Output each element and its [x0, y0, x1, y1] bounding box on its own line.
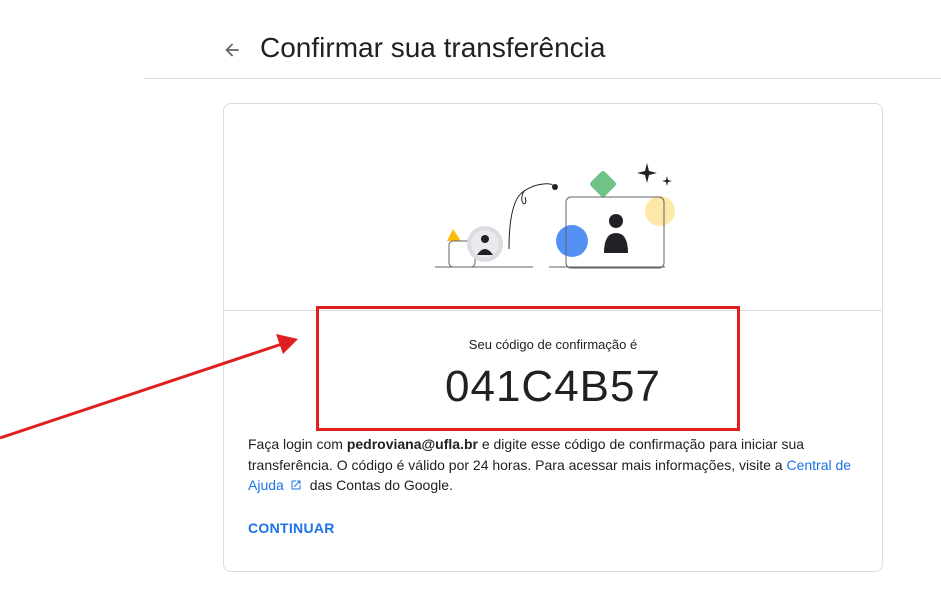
red-arrow-annotation — [0, 334, 298, 440]
